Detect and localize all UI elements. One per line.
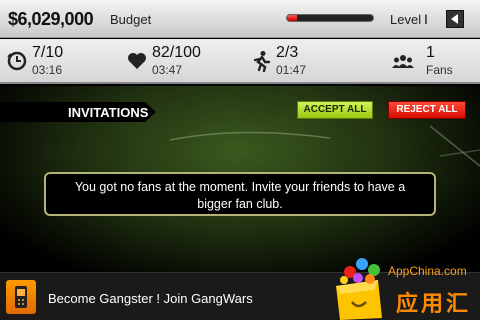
runner-icon (253, 51, 271, 72)
level-value: I (424, 11, 428, 27)
stat-stamina-value: 2/3 (276, 44, 299, 61)
reject-all-button[interactable]: REJECT ALL (388, 101, 466, 119)
top-bar: $6,029,000 Budget Level I (0, 0, 480, 38)
budget-label: Budget (110, 12, 152, 27)
stat-energy-timer: 03:16 (32, 63, 63, 77)
ad-icon (6, 280, 36, 314)
heart-icon (128, 53, 146, 69)
stat-stamina-timer: 01:47 (276, 63, 307, 77)
appchina-logo-text: 应用汇 (396, 291, 472, 316)
stat-health-value: 82/100 (152, 44, 201, 61)
clock-icon (7, 51, 27, 71)
budget-value: $6,029,000 (8, 9, 94, 29)
invitations-title: INVITATIONS (68, 105, 149, 120)
no-fans-message: You got no fans at the moment. Invite yo… (44, 172, 436, 216)
stat-fans-value: 1 (426, 44, 435, 61)
stat-fans-label: Fans (426, 63, 453, 77)
triangle-left-icon (451, 14, 458, 24)
level-label: Level (390, 12, 422, 27)
appchina-site-text: AppChina.com (388, 264, 467, 278)
ad-text: Become Gangster ! Join GangWars (48, 291, 253, 306)
level-progress-fill (287, 15, 298, 21)
stat-energy-value: 7/10 (32, 44, 64, 61)
accept-all-button[interactable]: ACCEPT ALL (297, 101, 373, 119)
group-icon (392, 55, 414, 68)
stats-bar: 7/10 03:16 82/100 03:47 2/3 01:47 1 Fans (0, 39, 480, 84)
back-button[interactable] (446, 10, 464, 28)
phone-icon (15, 286, 27, 308)
level-progress-bar (286, 14, 374, 22)
stat-health-timer: 03:47 (152, 63, 183, 77)
